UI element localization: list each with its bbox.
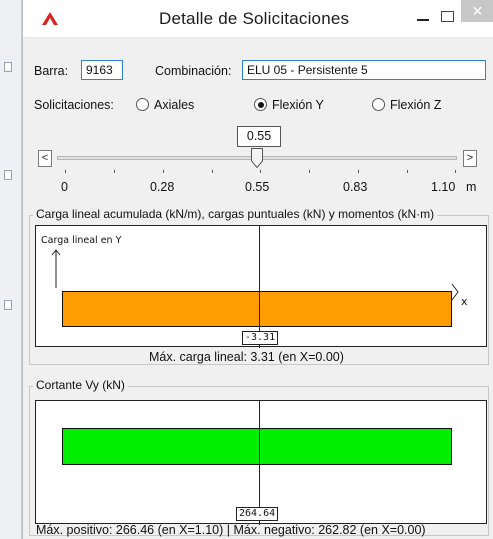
radio-flexion-y-label[interactable]: Flexión Y (272, 98, 324, 112)
slider-left-button[interactable]: < (38, 150, 52, 167)
app-logo-icon (42, 12, 58, 25)
minimize-button[interactable] (413, 6, 433, 26)
combinacion-label: Combinación: (155, 64, 232, 78)
window-title: Detalle de Solicitaciones (159, 9, 350, 28)
slider-tick (65, 170, 66, 173)
radio-axiales[interactable] (136, 98, 149, 111)
slider-tick-label: 1.10 (431, 180, 456, 194)
slider-tick (309, 170, 310, 173)
background-notch (4, 62, 12, 72)
load-bar (62, 291, 452, 327)
close-button[interactable]: ✕ (461, 0, 493, 22)
radio-flexion-y[interactable] (254, 98, 267, 111)
right-arrow-icon (451, 283, 459, 301)
slider-tick (455, 170, 456, 173)
slider-tick (407, 170, 408, 173)
slider-tick-label: 0.83 (343, 180, 368, 194)
radio-axiales-label[interactable]: Axiales (154, 98, 194, 112)
shear-plot: 264.64 (35, 400, 487, 525)
radio-flexion-z[interactable] (372, 98, 385, 111)
load-cursor-value: -3.31 (242, 331, 279, 345)
slider-tick-label: 0 (61, 180, 68, 194)
combinacion-field[interactable]: ELU 05 - Persistente 5 (242, 60, 486, 80)
radio-flexion-z-label[interactable]: Flexión Z (390, 98, 441, 112)
load-group-title: Carga lineal acumulada (kN/m), cargas pu… (33, 207, 438, 221)
load-plot: Carga lineal en Y x -3.31 (35, 225, 487, 348)
maximize-button[interactable] (437, 6, 457, 26)
shear-group-title: Cortante Vy (kN) (33, 378, 128, 392)
shear-cursor-value: 264.64 (236, 507, 279, 521)
slider-tick (358, 170, 359, 173)
load-summary: Máx. carga lineal: 3.31 (en X=0.00) (149, 350, 344, 364)
slider-tick (260, 170, 261, 173)
cursor-line (259, 226, 260, 348)
detalle-solicitaciones-window: Detalle de Solicitaciones ✕ Barra: 9163 … (22, 0, 493, 539)
slider-thumb[interactable] (251, 148, 263, 168)
slider-value-box: 0.55 (237, 126, 281, 147)
solicitaciones-label: Solicitaciones: (34, 98, 114, 112)
slider-unit-label: m (466, 180, 477, 194)
title-bar[interactable]: Detalle de Solicitaciones ✕ (23, 0, 493, 38)
barra-field[interactable]: 9163 (81, 60, 123, 80)
slider-right-button[interactable]: > (463, 150, 477, 167)
shear-bar (62, 428, 452, 465)
slider-tick (163, 170, 164, 173)
slider-tick (212, 170, 213, 173)
slider-tick-label: 0.55 (245, 180, 270, 194)
slider-tick-label: 0.28 (150, 180, 175, 194)
background-notch (4, 170, 12, 180)
up-arrow-icon (51, 249, 61, 288)
background-window-edge (0, 0, 22, 539)
shear-summary: Máx. positivo: 266.46 (en X=1.10) | Máx.… (36, 523, 426, 537)
slider-tick (114, 170, 115, 173)
load-axis-title: Carga lineal en Y (41, 235, 122, 246)
barra-label: Barra: (34, 64, 69, 78)
background-notch (4, 300, 12, 310)
x-axis-label: x (461, 295, 468, 308)
